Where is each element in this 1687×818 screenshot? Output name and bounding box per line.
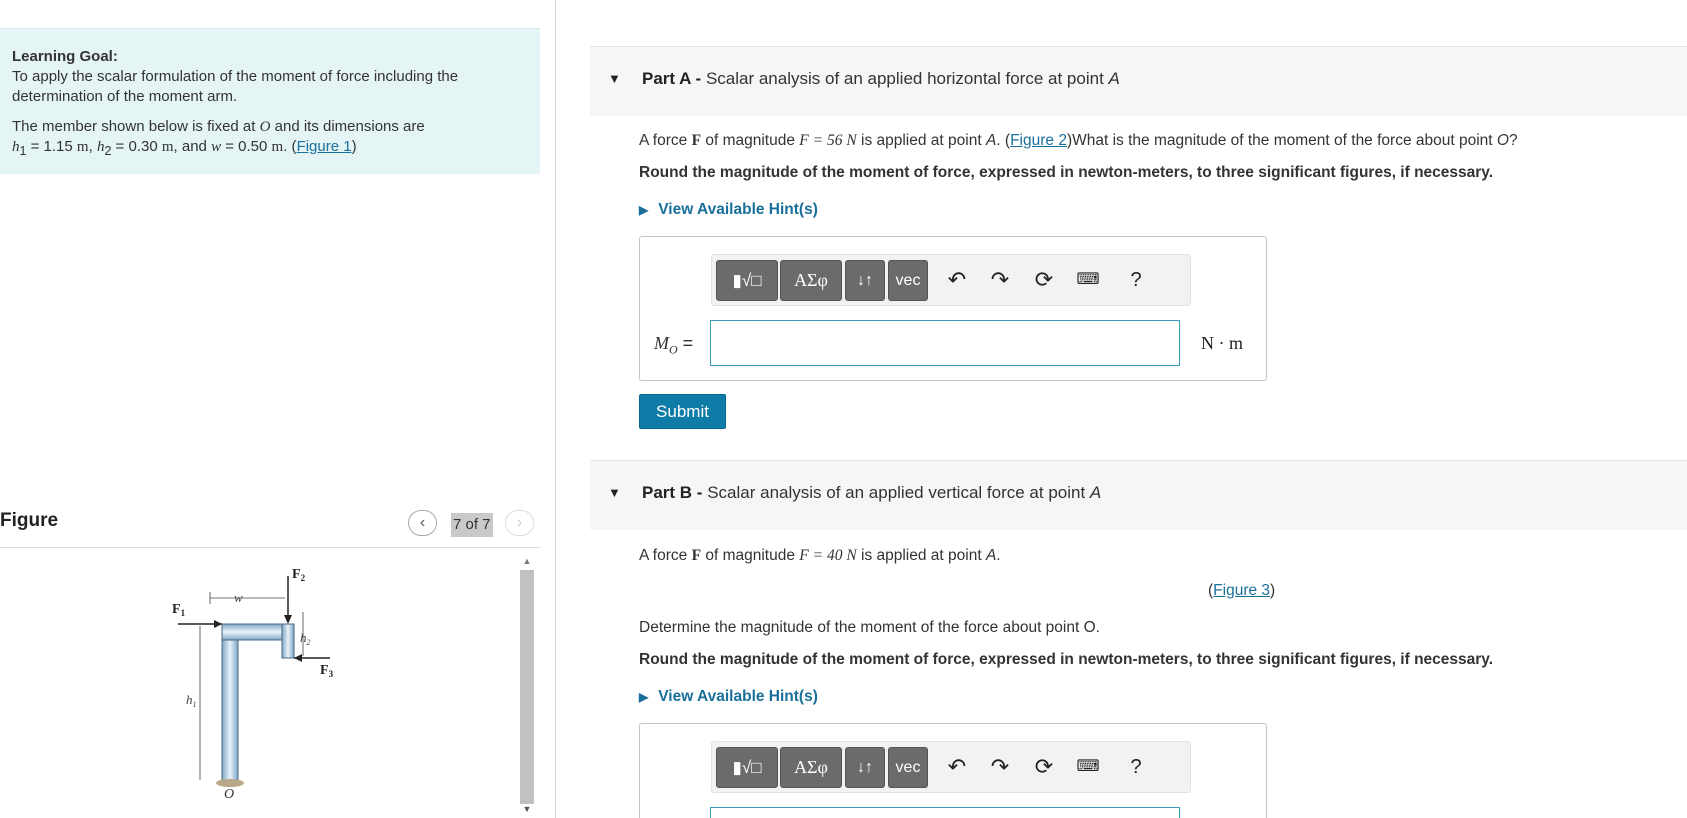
- part-b-instruction: Round the magnitude of the moment of for…: [639, 651, 1494, 668]
- member-drop: [281, 623, 295, 659]
- chevron-right-icon: ›: [516, 514, 523, 531]
- part-b-header[interactable]: ▼ Part B - Scalar analysis of an applied…: [590, 460, 1687, 530]
- reset-icon[interactable]: ⟳: [1029, 752, 1059, 782]
- submit-button[interactable]: Submit: [639, 394, 726, 429]
- part-a-header[interactable]: ▼ Part A - Scalar analysis of an applied…: [590, 46, 1687, 116]
- member-horizontal: [221, 623, 291, 641]
- greek-button[interactable]: ΑΣφ: [780, 747, 842, 788]
- part-b-answer-box: ▮√□ ΑΣφ ↓↑ vec ↶ ↷ ⟳ ⌨ ?: [639, 723, 1267, 818]
- answer-label: MO =: [654, 333, 694, 357]
- label-f3: F3: [320, 663, 334, 679]
- vec-button[interactable]: vec: [888, 747, 928, 788]
- templates-button[interactable]: ▮√□: [716, 260, 778, 301]
- previous-figure-button[interactable]: ‹: [408, 510, 437, 536]
- answer-input[interactable]: [710, 320, 1180, 366]
- vec-button[interactable]: vec: [888, 260, 928, 301]
- part-a-question: A force F of magnitude F = 56 N is appli…: [639, 132, 1518, 149]
- greek-button[interactable]: ΑΣφ: [780, 260, 842, 301]
- undo-icon[interactable]: ↶: [942, 752, 972, 782]
- left-panel: Learning Goal: To apply the scalar formu…: [0, 0, 556, 818]
- figure-counter: 7 of 7: [451, 513, 493, 537]
- figure-1-link[interactable]: Figure 1: [297, 138, 352, 155]
- part-a-hint-link[interactable]: ▶ View Available Hint(s): [639, 201, 818, 219]
- part-b-title: Part B - Scalar analysis of an applied v…: [642, 483, 1102, 502]
- member-figure: F1 F2 F3 w h1 h2 O: [172, 568, 334, 802]
- help-button[interactable]: ?: [1121, 752, 1151, 782]
- arrows-button[interactable]: ↓↑: [845, 747, 885, 788]
- math-toolbar: ▮√□ ΑΣφ ↓↑ vec ↶ ↷ ⟳ ⌨ ?: [711, 741, 1191, 793]
- chevron-left-icon: ‹: [419, 514, 426, 531]
- scroll-thumb[interactable]: [520, 570, 534, 804]
- label-h2: h2: [300, 630, 311, 647]
- member-vertical: [221, 631, 239, 783]
- figure-header: Figure ‹ 7 of 7 ›: [0, 500, 540, 548]
- reset-icon[interactable]: ⟳: [1029, 265, 1059, 295]
- keyboard-icon[interactable]: ⌨: [1073, 265, 1103, 295]
- label-w: w: [234, 590, 243, 605]
- scroll-down-icon[interactable]: ▼: [521, 804, 533, 816]
- templates-button[interactable]: ▮√□: [716, 747, 778, 788]
- triangle-right-icon: ▶: [639, 203, 649, 217]
- part-b-figure-ref: (Figure 3): [1208, 582, 1276, 599]
- help-button[interactable]: ?: [1121, 265, 1151, 295]
- learning-goal: Learning Goal: To apply the scalar formu…: [0, 28, 540, 174]
- collapse-caret-icon[interactable]: ▼: [608, 71, 621, 86]
- label-h1: h1: [186, 692, 197, 709]
- next-figure-button[interactable]: ›: [505, 510, 534, 536]
- math-toolbar: ▮√□ ΑΣφ ↓↑ vec ↶ ↷ ⟳ ⌨ ?: [711, 254, 1191, 306]
- undo-icon[interactable]: ↶: [942, 265, 972, 295]
- redo-icon[interactable]: ↷: [985, 265, 1015, 295]
- part-a-instruction: Round the magnitude of the moment of for…: [639, 164, 1494, 181]
- redo-icon[interactable]: ↷: [985, 752, 1015, 782]
- collapse-caret-icon[interactable]: ▼: [608, 485, 621, 500]
- part-b-question: A force F of magnitude F = 40 N is appli…: [639, 547, 1001, 564]
- figure-3-link[interactable]: Figure 3: [1213, 582, 1270, 599]
- learning-goal-text: To apply the scalar formulation of the m…: [12, 68, 459, 105]
- part-a-title: Part A - Scalar analysis of an applied h…: [642, 69, 1120, 88]
- learning-goal-title: Learning Goal:: [12, 48, 118, 65]
- part-a-answer-box: ▮√□ ΑΣφ ↓↑ vec ↶ ↷ ⟳ ⌨ ? MO = N · m: [639, 236, 1267, 381]
- label-f1: F1: [172, 602, 186, 618]
- part-b-hint-link[interactable]: ▶ View Available Hint(s): [639, 688, 818, 706]
- arrows-button[interactable]: ↓↑: [845, 260, 885, 301]
- figure-title: Figure: [0, 510, 59, 531]
- figure-scrollbar[interactable]: ▲ ▼: [518, 556, 536, 818]
- unit-label: N · m: [1201, 333, 1243, 353]
- member-description: The member shown below is fixed at O and…: [12, 118, 425, 158]
- triangle-right-icon: ▶: [639, 690, 649, 704]
- scroll-up-icon[interactable]: ▲: [521, 556, 533, 568]
- label-o: O: [224, 787, 234, 802]
- label-f2: F2: [292, 568, 306, 583]
- keyboard-icon[interactable]: ⌨: [1073, 752, 1103, 782]
- figure-2-link[interactable]: Figure 2: [1010, 132, 1067, 149]
- member-base: [216, 779, 244, 787]
- answer-input[interactable]: [710, 807, 1180, 818]
- part-b-question-2: Determine the magnitude of the moment of…: [639, 619, 1100, 636]
